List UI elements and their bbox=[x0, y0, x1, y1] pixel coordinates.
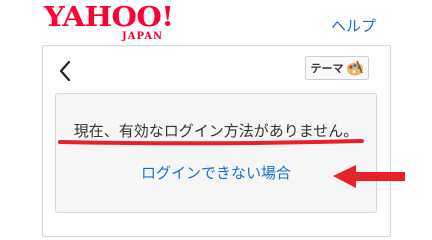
no-login-method-panel: 現在、有効なログイン方法がありません。 ログインできない場合 bbox=[55, 93, 377, 213]
help-link[interactable]: ヘルプ bbox=[331, 16, 376, 36]
login-page: YAHOO! JAPAN ヘルプ テーマ 現在、有効なログイン方法がありません。… bbox=[0, 0, 432, 237]
chevron-left-icon bbox=[59, 60, 71, 82]
theme-label: テーマ bbox=[310, 62, 344, 75]
back-button[interactable] bbox=[55, 57, 77, 85]
theme-button[interactable]: テーマ bbox=[305, 56, 369, 80]
logo-wordmark: YAHOO! bbox=[44, 2, 174, 33]
yahoo-japan-logo[interactable]: YAHOO! JAPAN bbox=[44, 2, 184, 43]
cant-login-link[interactable]: ログインできない場合 bbox=[56, 162, 376, 184]
palette-icon bbox=[346, 60, 363, 76]
logo-subtext: JAPAN bbox=[122, 31, 164, 42]
login-card: テーマ 現在、有効なログイン方法がありません。 ログインできない場合 bbox=[42, 45, 391, 237]
no-login-method-message: 現在、有効なログイン方法がありません。 bbox=[73, 122, 359, 140]
